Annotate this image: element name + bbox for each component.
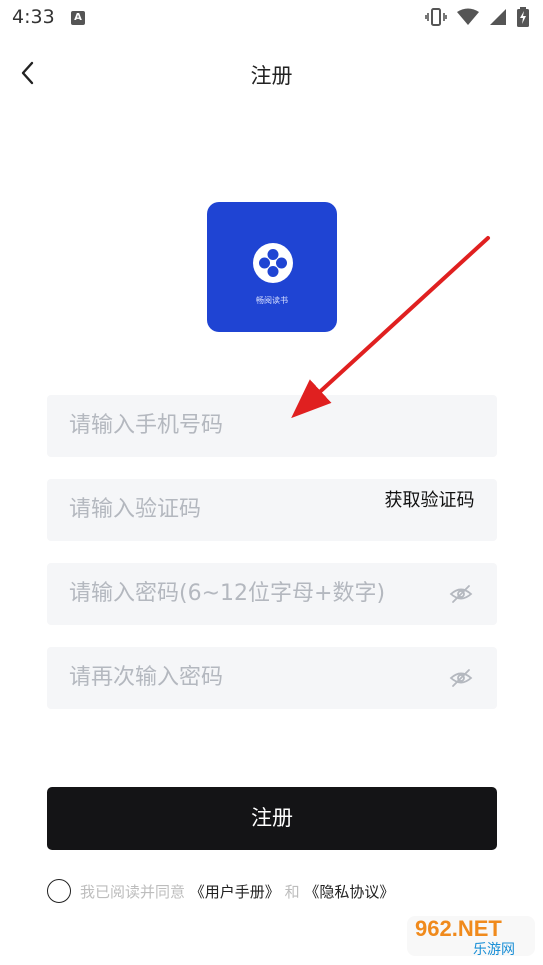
page-title: 注册 (250, 64, 293, 88)
status-icons (425, 7, 529, 27)
code-placeholder: 请输入验证码 (69, 497, 202, 522)
notification-a-icon: A (71, 11, 85, 25)
logo-emblem-icon (253, 243, 293, 283)
get-code-button[interactable]: 获取验证码 (382, 491, 477, 511)
battery-icon (517, 7, 529, 27)
status-time: 4:33 (12, 6, 55, 28)
confirm-placeholder: 请再次输入密码 (69, 665, 224, 690)
watermark-top: 962.NET (415, 916, 502, 941)
confirm-password-input[interactable]: 请再次输入密码 (47, 647, 497, 709)
agreement-prefix: 我已阅读并同意 (80, 883, 186, 901)
register-button[interactable]: 注册 (47, 787, 497, 850)
eye-off-icon[interactable] (449, 666, 473, 690)
phone-input[interactable]: 请输入手机号码 (47, 395, 497, 457)
app-logo: 畅阅读书 (207, 202, 337, 332)
watermark-logo: 962.NET 乐游网 (407, 916, 535, 958)
watermark-bottom: 乐游网 (473, 942, 515, 958)
password-input[interactable]: 请输入密码(6~12位字母+数字) (47, 563, 497, 625)
phone-placeholder: 请输入手机号码 (69, 413, 224, 438)
agreement-and: 和 (284, 883, 300, 901)
logo-text: 畅阅读书 (256, 296, 288, 305)
eye-off-icon[interactable] (449, 582, 473, 606)
signal-icon (490, 9, 506, 25)
password-placeholder: 请输入密码(6~12位字母+数字) (69, 581, 386, 606)
agreement-checkbox[interactable] (47, 879, 71, 903)
wifi-icon (457, 8, 479, 25)
agreement-text: 我已阅读并同意 《用户手册》 和 《隐私协议》 (80, 881, 394, 902)
verification-code-input[interactable]: 请输入验证码 获取验证码 (47, 479, 497, 541)
vibrate-icon (425, 8, 447, 26)
user-manual-link[interactable]: 《用户手册》 (190, 883, 280, 901)
privacy-link[interactable]: 《隐私协议》 (304, 883, 394, 901)
